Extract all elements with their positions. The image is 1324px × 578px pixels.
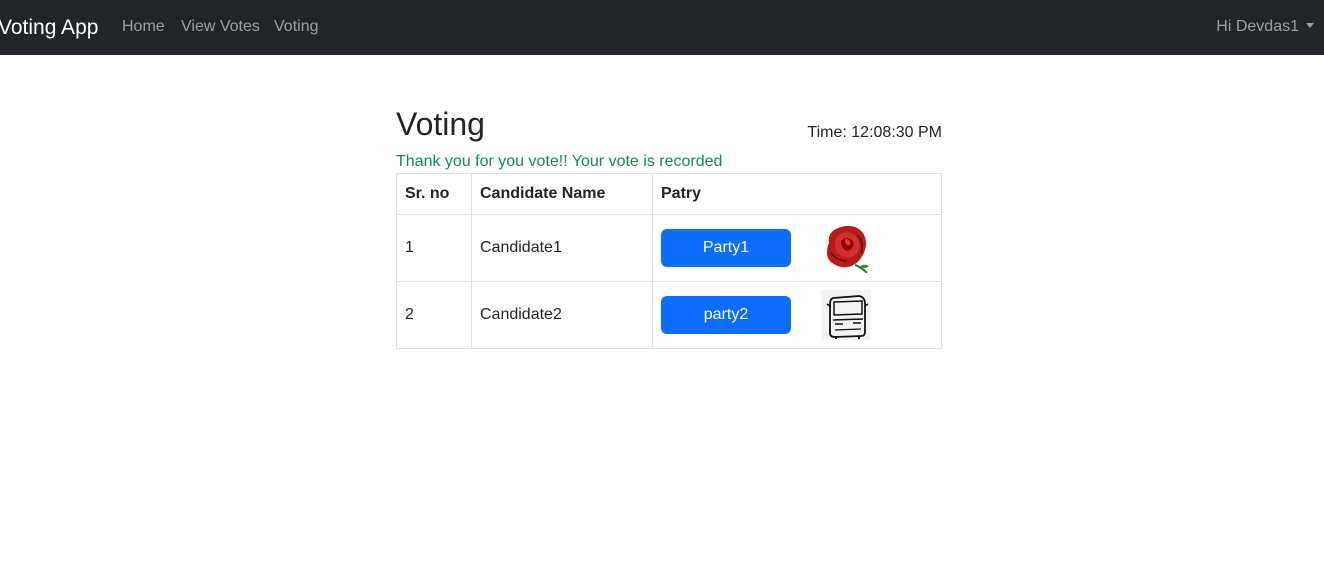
cell-party: party2 xyxy=(652,281,942,349)
vote-party2-button[interactable]: party2 xyxy=(661,296,791,334)
vote-party1-button[interactable]: Party1 xyxy=(661,229,791,267)
rose-icon xyxy=(827,225,869,273)
cell-party: Party1 xyxy=(652,214,942,282)
bus-icon xyxy=(821,290,871,340)
nav-link-view-votes[interactable]: View Votes xyxy=(181,17,260,37)
page-title: Voting xyxy=(396,106,485,142)
table-row: 2 Candidate2 party2 xyxy=(396,281,942,349)
current-time: Time: 12:08:30 PM xyxy=(807,124,942,141)
candidates-table: Sr. no Candidate Name Patry 1 Candidate1… xyxy=(396,173,942,349)
header-party: Patry xyxy=(652,173,942,215)
user-dropdown-label: Hi Devdas1 xyxy=(1216,18,1299,35)
table-row: 1 Candidate1 Party1 xyxy=(396,214,942,282)
brand-logo[interactable]: Voting App xyxy=(0,14,98,41)
user-dropdown[interactable]: Hi Devdas1 xyxy=(1216,17,1314,37)
header-candidate-name: Candidate Name xyxy=(471,173,653,215)
vote-success-message: Thank you for you vote!! Your vote is re… xyxy=(396,153,723,170)
chevron-down-icon xyxy=(1306,23,1314,28)
cell-sr-no: 2 xyxy=(396,281,472,349)
nav-link-home[interactable]: Home xyxy=(122,17,165,37)
top-navbar: Voting App Home View Votes Voting Hi Dev… xyxy=(0,0,1324,55)
header-sr-no: Sr. no xyxy=(396,173,472,215)
cell-candidate-name: Candidate1 xyxy=(471,214,653,282)
cell-candidate-name: Candidate2 xyxy=(471,281,653,349)
cell-sr-no: 1 xyxy=(396,214,472,282)
table-header-row: Sr. no Candidate Name Patry xyxy=(396,173,942,215)
nav-link-voting[interactable]: Voting xyxy=(274,17,318,37)
